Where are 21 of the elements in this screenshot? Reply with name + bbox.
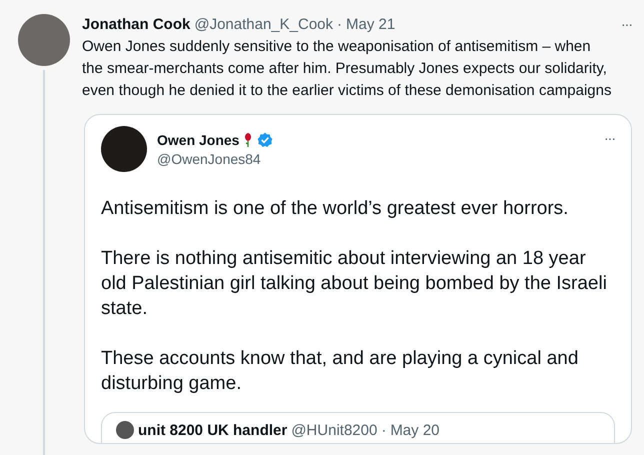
quoted-tweet-paragraph: Antisemitism is one of the world’s greatest ever horrors.	[101, 197, 570, 221]
tweet-date[interactable]: May 21	[346, 16, 396, 33]
avatar-photo-placeholder	[116, 421, 134, 439]
more-menu[interactable]: ···	[604, 130, 615, 146]
author-handle[interactable]: @Jonathan_K_Cook	[194, 16, 333, 33]
separator: ·	[381, 422, 386, 438]
tweet-text: Owen Jones suddenly sensitive to the weaponisation of antisemitism – when the smear-merchants come after him. Presumably Jones expects our solidarity, even though he denied it to the earlier victims of these demonisation campaigns	[82, 37, 612, 101]
nested-quote-card[interactable]: unit 8200 UK handler @HUnit8200 · May 20	[101, 412, 615, 443]
author-name[interactable]: Owen Jones	[157, 132, 240, 148]
author-name[interactable]: Jonathan Cook	[82, 16, 190, 33]
quoted-tweet-card[interactable]	[84, 114, 632, 444]
quoted-tweet-paragraph: These accounts know that, and are playing a cynical and disturbing game.	[101, 347, 580, 396]
tweet-date[interactable]: May 20	[390, 422, 440, 438]
author-name[interactable]: unit 8200 UK handler	[138, 422, 288, 438]
author-handle[interactable]: @OwenJones84	[157, 150, 274, 166]
separator: ·	[337, 16, 342, 33]
avatar-photo-placeholder[interactable]	[101, 126, 147, 172]
quoted-tweet-paragraph: There is nothing antisemitic about interviewing an 18 year old Palestinian girl talking about being bombed by the Israeli state.	[101, 247, 608, 321]
rose-icon	[243, 132, 254, 148]
more-menu[interactable]: ···	[621, 16, 632, 32]
author-handle[interactable]: @HUnit8200	[291, 422, 378, 438]
